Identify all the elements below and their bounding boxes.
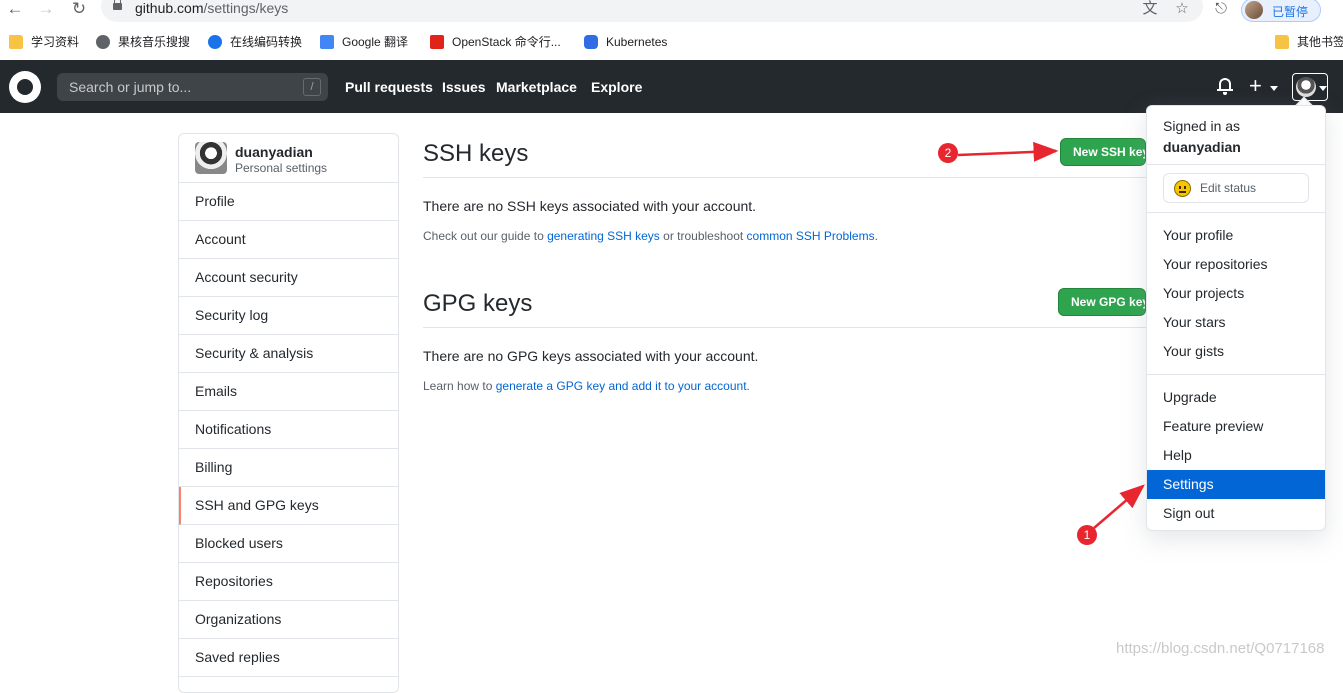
step-1-badge: 1 bbox=[1077, 525, 1097, 545]
annotation-arrows bbox=[957, 141, 1145, 529]
arrow-to-settings bbox=[1093, 484, 1145, 529]
step-2-badge: 2 bbox=[938, 143, 958, 163]
arrow-to-new-ssh-key bbox=[957, 141, 1059, 162]
watermark-text: https://blog.csdn.net/Q0717168 bbox=[1116, 640, 1325, 657]
